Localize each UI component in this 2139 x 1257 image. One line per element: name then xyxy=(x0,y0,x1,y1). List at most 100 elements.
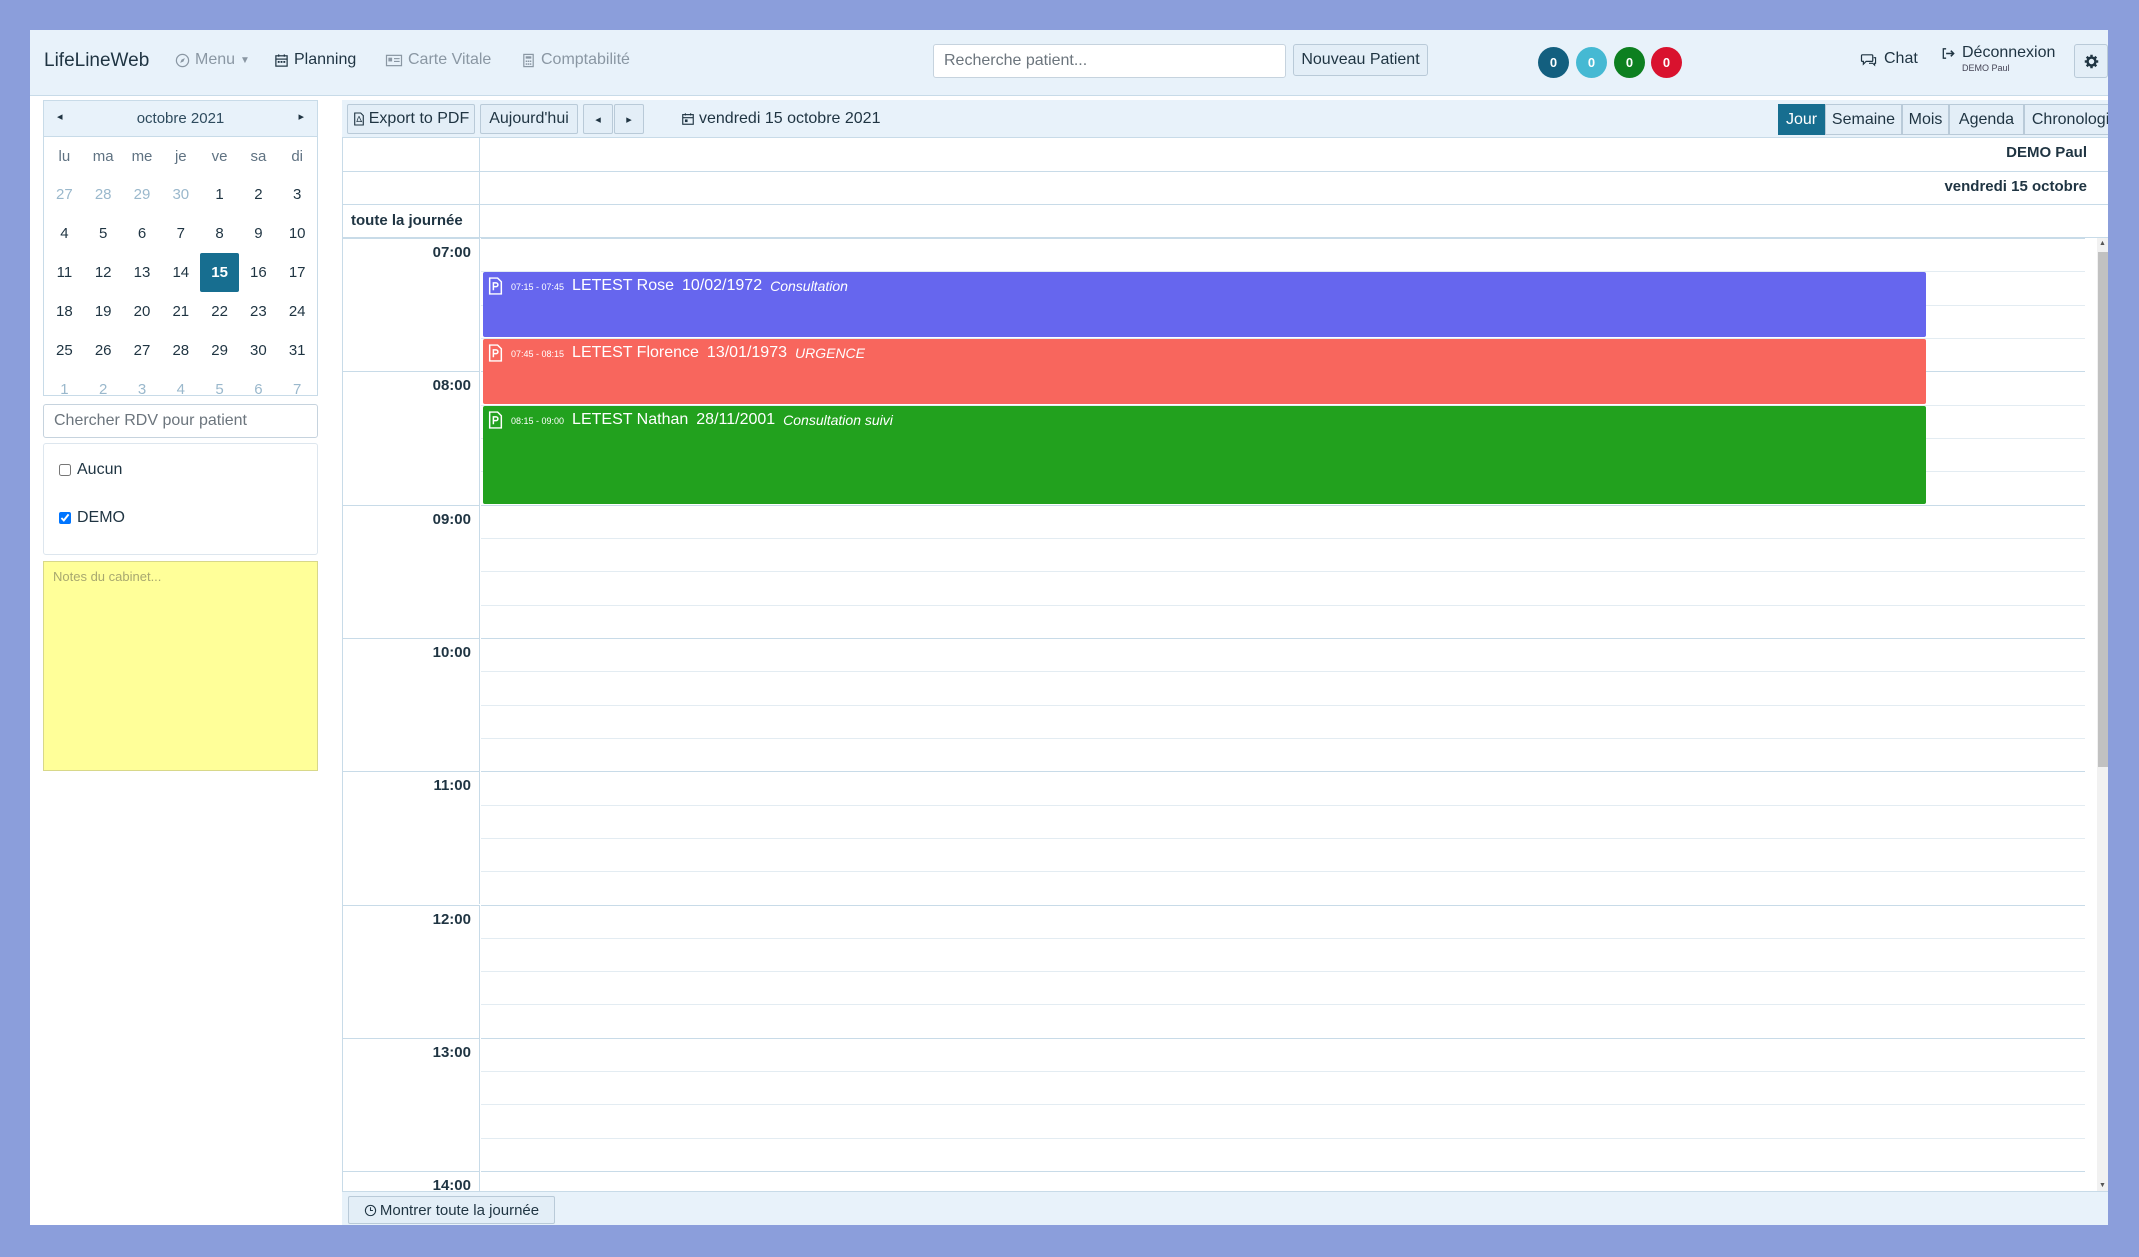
patient-file-icon[interactable] xyxy=(488,344,503,362)
scroll-up-icon[interactable]: ▲ xyxy=(2099,240,2106,247)
mini-calendar-day[interactable]: 24 xyxy=(278,292,317,331)
export-pdf-button[interactable]: Export to PDF xyxy=(347,104,475,134)
vertical-scrollbar[interactable]: ▲ ▼ xyxy=(2097,238,2108,1191)
time-slot[interactable] xyxy=(481,238,2085,271)
office-notes[interactable] xyxy=(43,561,318,771)
time-slot[interactable] xyxy=(481,937,2085,971)
filter-demo-checkbox[interactable] xyxy=(59,512,71,524)
mini-calendar-day[interactable]: 8 xyxy=(200,214,239,253)
nav-menu[interactable]: Menu ▼ xyxy=(175,51,250,69)
time-slot[interactable] xyxy=(481,804,2085,838)
appointment-event[interactable]: 08:15 - 09:00 LETEST Nathan 28/11/2001 Cons… xyxy=(483,405,1926,504)
time-slot[interactable] xyxy=(481,1037,2085,1071)
time-slot[interactable] xyxy=(481,1171,2085,1191)
filter-aucun-checkbox[interactable] xyxy=(59,464,71,476)
patient-file-icon[interactable] xyxy=(488,410,503,429)
logout-link[interactable]: Déconnexion DEMO Paul xyxy=(1940,44,2055,73)
rdv-patient-search-input[interactable] xyxy=(43,404,318,438)
show-all-day-button[interactable]: Montrer toute la journée xyxy=(348,1196,555,1224)
mini-calendar-day[interactable]: 30 xyxy=(239,331,278,370)
mini-calendar-day[interactable]: 27 xyxy=(45,175,84,214)
appointment-event[interactable]: 07:15 - 07:45 LETEST Rose 10/02/1972 Consul… xyxy=(483,272,1926,337)
mini-calendar-day[interactable]: 12 xyxy=(84,253,123,292)
mini-calendar-day[interactable]: 23 xyxy=(239,292,278,331)
view-day-button[interactable]: Jour xyxy=(1778,104,1825,135)
settings-button[interactable] xyxy=(2074,44,2108,78)
mini-calendar-day[interactable]: 31 xyxy=(278,331,317,370)
mini-calendar-day[interactable]: 30 xyxy=(161,175,200,214)
time-slot[interactable] xyxy=(481,1137,2085,1171)
time-slot[interactable] xyxy=(481,1071,2085,1104)
mini-calendar-day[interactable]: 25 xyxy=(45,331,84,370)
mini-calendar-day[interactable]: 16 xyxy=(239,253,278,292)
filter-demo[interactable]: DEMO xyxy=(59,509,125,527)
mini-calendar-day[interactable]: 2 xyxy=(84,370,123,395)
mini-calendar-day[interactable]: 15 xyxy=(200,253,239,292)
mini-calendar-day[interactable]: 7 xyxy=(278,370,317,395)
mini-calendar-day[interactable]: 17 xyxy=(278,253,317,292)
brand-logo[interactable]: LifeLineWeb xyxy=(44,50,149,72)
prev-day-button[interactable]: ◂ xyxy=(583,104,613,134)
mini-calendar-day[interactable]: 19 xyxy=(84,292,123,331)
counter-badge-3[interactable]: 0 xyxy=(1614,47,1645,78)
view-month-button[interactable]: Mois xyxy=(1902,104,1949,135)
mini-calendar-day[interactable]: 4 xyxy=(161,370,200,395)
mini-calendar-day[interactable]: 11 xyxy=(45,253,84,292)
time-slot[interactable] xyxy=(481,1004,2085,1037)
mini-calendar-day[interactable]: 20 xyxy=(123,292,162,331)
mini-calendar-day[interactable]: 9 xyxy=(239,214,278,253)
mini-calendar-day[interactable]: 28 xyxy=(84,175,123,214)
time-slot[interactable] xyxy=(481,871,2085,904)
mini-calendar-day[interactable]: 27 xyxy=(123,331,162,370)
time-slot[interactable] xyxy=(481,504,2085,538)
mini-calendar-day[interactable]: 21 xyxy=(161,292,200,331)
time-slot[interactable] xyxy=(481,904,2085,938)
time-slot[interactable] xyxy=(481,637,2085,671)
mini-calendar-day[interactable]: 13 xyxy=(123,253,162,292)
mini-calendar-day[interactable]: 29 xyxy=(123,175,162,214)
time-slot[interactable] xyxy=(481,771,2085,804)
time-slot[interactable] xyxy=(481,837,2085,871)
mini-calendar-day[interactable]: 5 xyxy=(200,370,239,395)
chat-link[interactable]: Chat xyxy=(1860,50,1918,68)
mini-calendar-day[interactable]: 7 xyxy=(161,214,200,253)
scroll-down-icon[interactable]: ▼ xyxy=(2099,1182,2106,1189)
mini-calendar-day[interactable]: 3 xyxy=(278,175,317,214)
allday-row[interactable]: toute la journée xyxy=(343,205,2108,238)
mini-calendar-day[interactable]: 10 xyxy=(278,214,317,253)
time-slot[interactable] xyxy=(481,604,2085,638)
view-agenda-button[interactable]: Agenda xyxy=(1949,104,2024,135)
filter-aucun[interactable]: Aucun xyxy=(59,461,122,479)
nav-carte-vitale[interactable]: Carte Vitale xyxy=(385,51,491,69)
time-slot[interactable] xyxy=(481,971,2085,1004)
next-month-icon[interactable]: ▸ xyxy=(298,110,304,123)
new-patient-button[interactable]: Nouveau Patient xyxy=(1293,44,1428,76)
mini-calendar-day[interactable]: 22 xyxy=(200,292,239,331)
nav-comptabilite[interactable]: Comptabilité xyxy=(521,51,630,69)
current-date-picker[interactable]: vendredi 15 octobre 2021 xyxy=(681,110,880,128)
view-week-button[interactable]: Semaine xyxy=(1825,104,1902,135)
mini-calendar-day[interactable]: 1 xyxy=(200,175,239,214)
counter-badge-2[interactable]: 0 xyxy=(1576,47,1607,78)
mini-calendar-day[interactable]: 3 xyxy=(123,370,162,395)
time-slot[interactable] xyxy=(481,671,2085,704)
time-slot[interactable] xyxy=(481,1104,2085,1137)
today-button[interactable]: Aujourd'hui xyxy=(480,104,578,134)
mini-calendar-day[interactable]: 6 xyxy=(123,214,162,253)
counter-badge-1[interactable]: 0 xyxy=(1538,47,1569,78)
time-grid[interactable]: ▲ ▼ 07:00 08:00 09:00 10:00 11:00 12:00 13:00 1… xyxy=(343,238,2108,1191)
patient-search-input[interactable] xyxy=(933,44,1286,78)
mini-calendar-day[interactable]: 29 xyxy=(200,331,239,370)
mini-calendar-day[interactable]: 28 xyxy=(161,331,200,370)
mini-calendar-day[interactable]: 2 xyxy=(239,175,278,214)
mini-calendar-day[interactable]: 5 xyxy=(84,214,123,253)
nav-planning[interactable]: Planning xyxy=(274,51,356,69)
counter-badge-4[interactable]: 0 xyxy=(1651,47,1682,78)
time-slot[interactable] xyxy=(481,737,2085,771)
time-slot[interactable] xyxy=(481,537,2085,571)
patient-file-icon[interactable] xyxy=(488,277,503,295)
appointment-event[interactable]: 07:45 - 08:15 LETEST Florence 13/01/1973 UR… xyxy=(483,338,1926,404)
mini-calendar-day[interactable]: 6 xyxy=(239,370,278,395)
mini-calendar-day[interactable]: 14 xyxy=(161,253,200,292)
scroll-thumb[interactable] xyxy=(2098,252,2108,767)
